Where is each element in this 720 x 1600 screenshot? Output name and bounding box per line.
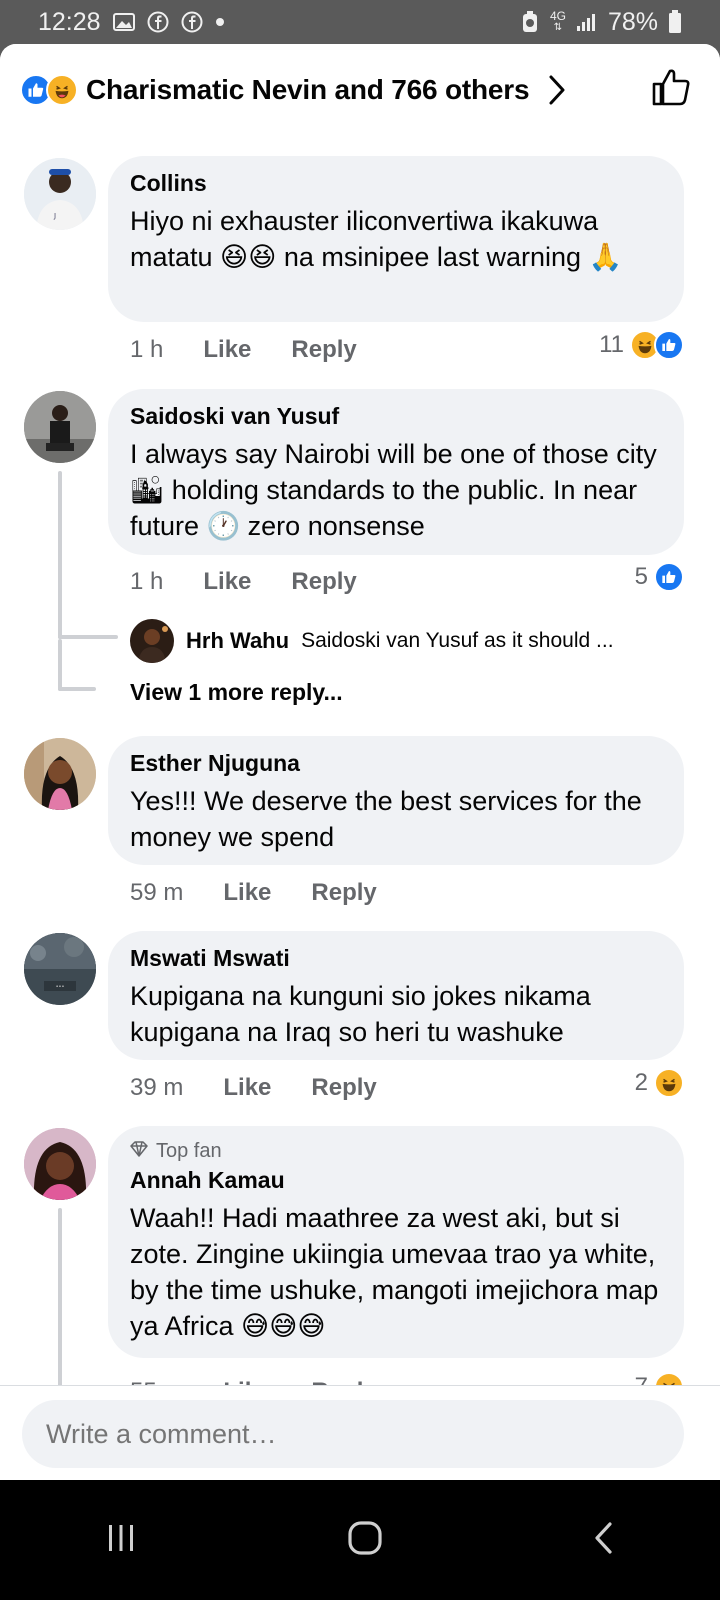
signal-icon <box>576 12 598 32</box>
comment-author[interactable]: Esther Njuguna <box>130 750 662 777</box>
facebook-icon <box>181 11 203 33</box>
status-bar: 12:28 4G ⇅ 78% <box>0 0 720 44</box>
chevron-right-icon[interactable] <box>547 74 567 106</box>
comment-time: 1 h <box>130 336 164 363</box>
comment-author[interactable]: Collins <box>130 170 662 197</box>
haha-reaction-icon <box>654 1068 684 1098</box>
reply-button[interactable]: Reply <box>291 568 356 596</box>
reply-preview[interactable]: Hrh Wahu Saidoski van Yusuf as it should… <box>130 619 614 663</box>
recent-apps-icon[interactable] <box>104 1521 138 1560</box>
like-button[interactable]: Like <box>223 1074 271 1102</box>
thread-line <box>58 471 62 639</box>
comment-bubble[interactable]: Collins Hiyo ni exhauster iliconvertiwa … <box>108 156 684 322</box>
like-reaction-icon <box>654 330 684 360</box>
avatar[interactable] <box>24 1128 96 1200</box>
reply-button[interactable]: Reply <box>291 336 356 364</box>
dot-icon <box>215 17 225 27</box>
battery-icon <box>668 10 682 34</box>
back-icon[interactable] <box>592 1521 616 1560</box>
facebook-icon <box>147 11 169 33</box>
like-button[interactable]: Like <box>203 568 251 596</box>
reactions-header[interactable]: Charismatic Nevin and 766 others <box>0 44 720 136</box>
comment-bubble[interactable]: Saidoski van Yusuf I always say Nairobi … <box>108 389 684 555</box>
home-icon[interactable] <box>347 1520 383 1561</box>
status-time: 12:28 <box>38 7 101 36</box>
comment-composer <box>0 1385 720 1480</box>
thread-line <box>58 639 62 691</box>
thread-connector <box>58 635 118 639</box>
comment-text: Waah!! Hadi maathree za west aki, but si… <box>130 1203 659 1341</box>
like-button[interactable]: Like <box>203 336 251 364</box>
gallery-icon <box>112 12 135 32</box>
comment-time: 1 h <box>130 568 164 595</box>
comments-sheet: Charismatic Nevin and 766 others J Colli… <box>0 44 720 1512</box>
thread-connector <box>58 687 96 691</box>
like-button[interactable]: Like <box>223 879 271 907</box>
comment-bubble[interactable]: Top fan Annah Kamau Waah!! Hadi maathree… <box>108 1126 684 1358</box>
svg-text:J: J <box>53 212 56 220</box>
haha-reaction-icon <box>46 74 78 106</box>
comment-reactions[interactable]: 5 <box>635 562 684 592</box>
battery-percent: 78% <box>607 7 658 36</box>
avatar[interactable]: J <box>24 158 96 230</box>
comment-text: Hiyo ni exhauster iliconvertiwa ikakuwa … <box>130 206 623 272</box>
comment-text: Yes!!! We deserve the best services for … <box>130 786 642 852</box>
avatar[interactable]: ••• <box>24 933 96 1005</box>
comment-input[interactable] <box>22 1400 684 1468</box>
reactions-summary[interactable]: Charismatic Nevin and 766 others <box>86 74 530 106</box>
network-label: 4G ⇅ <box>549 9 566 33</box>
comment-time: 39 m <box>130 1074 184 1101</box>
comment-author[interactable]: Saidoski van Yusuf <box>130 403 662 430</box>
reaction-count: 2 <box>634 1069 648 1096</box>
header-reactions <box>20 74 78 106</box>
reaction-count: 11 <box>599 331 624 358</box>
comment-author[interactable]: Mswati Mswati <box>130 945 662 972</box>
diamond-icon <box>130 1140 148 1163</box>
reply-author[interactable]: Hrh Wahu <box>186 628 289 654</box>
comment-text: I always say Nairobi will be one of thos… <box>130 439 657 541</box>
thumbs-up-icon[interactable] <box>650 66 692 113</box>
comment-text: Kupigana na kunguni sio jokes nikama kup… <box>130 981 591 1047</box>
comment-bubble[interactable]: Esther Njuguna Yes!!! We deserve the bes… <box>108 736 684 865</box>
like-reaction-icon <box>654 562 684 592</box>
comment-reactions[interactable]: 2 <box>635 1068 684 1098</box>
top-fan-badge: Top fan <box>130 1140 662 1163</box>
comment-actions: 59 m Like Reply <box>130 877 377 909</box>
comment-bubble[interactable]: Mswati Mswati Kupigana na kunguni sio jo… <box>108 931 684 1060</box>
comment-actions: 1 h Like Reply <box>130 334 357 366</box>
avatar[interactable] <box>24 391 96 463</box>
reply-button[interactable]: Reply <box>311 879 376 907</box>
svg-text:•••: ••• <box>56 984 65 990</box>
system-nav-bar <box>0 1480 720 1600</box>
comment-reactions[interactable]: 11 <box>599 330 684 360</box>
view-more-replies[interactable]: View 1 more reply... <box>130 679 343 706</box>
avatar[interactable] <box>24 738 96 810</box>
comment-actions: 1 h Like Reply <box>130 566 357 598</box>
reply-text: Saidoski van Yusuf as it should ... <box>301 629 614 652</box>
reply-button[interactable]: Reply <box>311 1074 376 1102</box>
avatar[interactable] <box>130 619 174 663</box>
comment-author[interactable]: Annah Kamau <box>130 1167 662 1194</box>
reaction-count: 5 <box>634 563 648 590</box>
comment-actions: 39 m Like Reply <box>130 1072 377 1104</box>
alarm-icon <box>520 10 540 34</box>
comment-time: 59 m <box>130 879 184 906</box>
